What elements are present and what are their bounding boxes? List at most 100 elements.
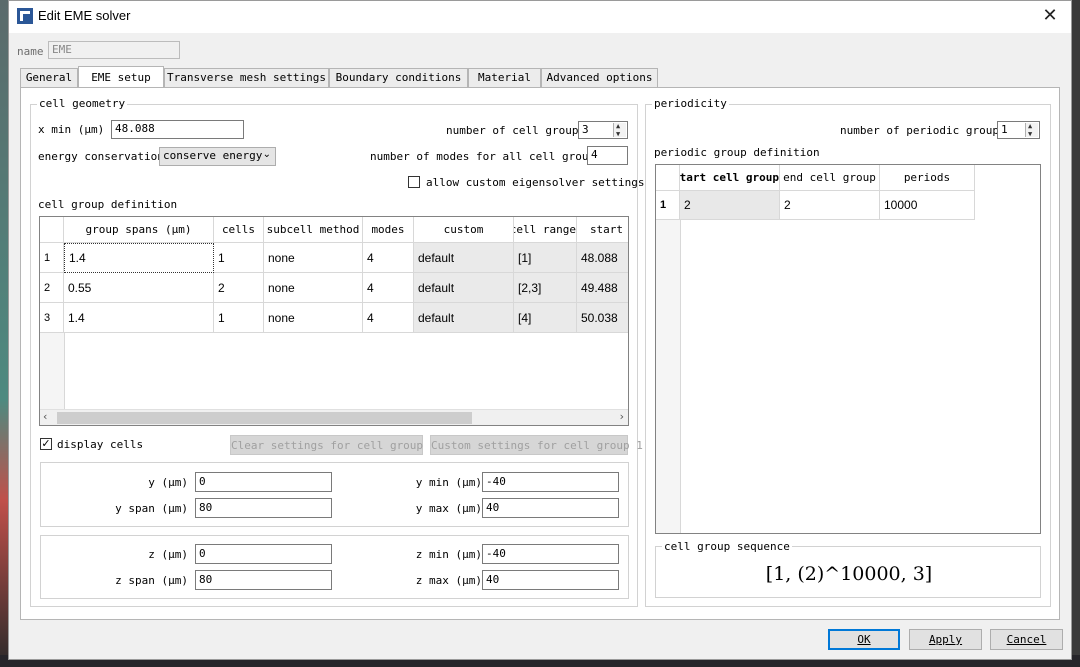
cell-group-table: group spans (μm) cells subcell method mo…	[39, 216, 629, 426]
y-min-input[interactable]: -40	[482, 472, 619, 492]
row-header-filler	[656, 220, 681, 533]
spinner-arrows-icon[interactable]	[613, 122, 626, 138]
column-header[interactable]: modes	[363, 217, 414, 243]
z-max-label: z max (μm)	[415, 574, 482, 587]
num-periodic-groups-spinbox[interactable]: 1	[997, 121, 1040, 139]
table-cell: 50.038	[577, 303, 628, 333]
column-header[interactable]: subcell method	[264, 217, 363, 243]
cell-group-definition-title: cell group definition	[38, 198, 178, 211]
z-min-label: z min (μm)	[415, 548, 482, 561]
xmin-input[interactable]: 48.088	[111, 120, 244, 139]
column-header[interactable]: start cell group	[680, 165, 780, 191]
cell-group-sequence-value: [1, (2)^10000, 3]	[765, 563, 933, 585]
chevron-right-icon[interactable]: ›	[620, 410, 624, 423]
table-cell[interactable]: 4	[363, 243, 414, 273]
table-cell: [2,3]	[514, 273, 577, 303]
cancel-button[interactable]: Cancel	[990, 629, 1063, 650]
table-cell[interactable]: 2	[214, 273, 264, 303]
table-cell: 48.088	[577, 243, 628, 273]
cell-geometry-group: cell geometry x min (μm) 48.088 number o…	[30, 97, 645, 607]
table-cell: [4]	[514, 303, 577, 333]
column-header[interactable]: periods	[880, 165, 975, 191]
table-cell[interactable]: 10000	[880, 191, 975, 220]
table-cell: 49.488	[577, 273, 628, 303]
column-header[interactable]: end cell group	[780, 165, 880, 191]
table-cell[interactable]: none	[264, 243, 363, 273]
table-cell[interactable]: 2	[780, 191, 880, 220]
apply-button[interactable]: Apply	[909, 629, 982, 650]
y-dimension-group: y (μm) 0 y span (μm) 80 y min (μm) -40 y…	[40, 462, 629, 527]
y-max-label: y max (μm)	[415, 502, 482, 515]
table-cell[interactable]: 1	[214, 303, 264, 333]
name-field[interactable]: EME	[48, 41, 180, 59]
cell-group-sequence-title: cell group sequence	[662, 540, 792, 553]
table-cell[interactable]: 1	[214, 243, 264, 273]
tab-material[interactable]: Material	[468, 68, 541, 87]
y-label: y (μm)	[148, 476, 188, 489]
app-icon	[17, 8, 33, 24]
tab-eme-setup[interactable]: EME setup	[78, 66, 164, 87]
table-cell[interactable]: 0.55	[64, 273, 214, 303]
custom-eigensolver-checkbox[interactable]	[408, 176, 420, 188]
column-header[interactable]: group spans (μm)	[64, 217, 214, 243]
close-icon[interactable]: ✕	[1039, 5, 1061, 27]
z-span-input[interactable]: 80	[195, 570, 332, 590]
energy-conservation-value: conserve energy	[163, 149, 263, 162]
table-corner	[40, 217, 64, 243]
num-cell-groups-label: number of cell groups	[446, 124, 586, 137]
num-cell-groups-spinbox[interactable]: 3	[578, 121, 628, 139]
row-header-filler	[40, 333, 65, 409]
clear-settings-button[interactable]: Clear settings for cell group 1	[230, 435, 436, 455]
z-min-input[interactable]: -40	[482, 544, 619, 564]
z-dimension-group: z (μm) 0 z span (μm) 80 z min (μm) -40 z…	[40, 535, 629, 599]
custom-settings-button[interactable]: Custom settings for cell group 1	[430, 435, 643, 455]
table-cell[interactable]: default	[414, 243, 514, 273]
num-modes-input[interactable]: 4	[587, 146, 628, 165]
table-cell[interactable]: default	[414, 273, 514, 303]
table-cell[interactable]: default	[414, 303, 514, 333]
y-input[interactable]: 0	[195, 472, 332, 492]
horizontal-scrollbar[interactable]: ‹ ›	[40, 409, 628, 425]
custom-eigensolver-label: allow custom eigensolver settings	[426, 176, 645, 189]
tab-transverse-mesh-settings[interactable]: Transverse mesh settings	[164, 68, 329, 87]
spinner-arrows-icon[interactable]	[1025, 122, 1038, 138]
column-header[interactable]: custom	[414, 217, 514, 243]
tab-boundary-conditions[interactable]: Boundary conditions	[329, 68, 468, 87]
column-header[interactable]: cells	[214, 217, 264, 243]
ok-button[interactable]: OK	[828, 629, 900, 650]
tab-advanced-options[interactable]: Advanced options	[541, 68, 658, 87]
periodic-group-definition-title: periodic group definition	[654, 146, 820, 159]
num-cell-groups-value: 3	[582, 123, 589, 136]
chevron-down-icon: ⌄	[262, 149, 271, 160]
display-cells-checkbox[interactable]: ✓	[40, 438, 52, 450]
chevron-left-icon[interactable]: ‹	[43, 410, 47, 423]
dialog-window: Edit EME solver ✕ name EME General EME s…	[8, 0, 1072, 660]
column-header[interactable]: cell range	[514, 217, 577, 243]
energy-conservation-label: energy conservation	[38, 150, 164, 163]
tab-general[interactable]: General	[20, 68, 78, 87]
xmin-label: x min (μm)	[38, 123, 105, 136]
table-cell[interactable]: none	[264, 303, 363, 333]
z-max-input[interactable]: 40	[482, 570, 619, 590]
z-input[interactable]: 0	[195, 544, 332, 564]
table-cell[interactable]: 1.4	[64, 303, 214, 333]
y-min-label: y min (μm)	[415, 476, 482, 489]
table-cell[interactable]: 1.4	[64, 243, 214, 273]
table-cell[interactable]: 4	[363, 273, 414, 303]
table-cell[interactable]: 4	[363, 303, 414, 333]
column-header[interactable]: start	[577, 217, 628, 243]
y-max-input[interactable]: 40	[482, 498, 619, 518]
y-span-input[interactable]: 80	[195, 498, 332, 518]
z-span-label: z span (μm)	[115, 574, 188, 587]
table-corner	[656, 165, 680, 191]
window-title: Edit EME solver	[38, 8, 131, 23]
scrollbar-thumb[interactable]	[57, 412, 472, 424]
energy-conservation-select[interactable]: conserve energy ⌄	[159, 147, 276, 166]
title-bar: Edit EME solver ✕	[9, 1, 1071, 33]
background-desktop-left	[0, 0, 8, 667]
row-number: 1	[40, 243, 64, 273]
periodic-group-table: start cell group end cell group periods …	[655, 164, 1041, 534]
table-cell[interactable]: 2	[680, 191, 780, 220]
cell-group-sequence-group: cell group sequence [1, (2)^10000, 3]	[655, 540, 1041, 598]
table-cell[interactable]: none	[264, 273, 363, 303]
